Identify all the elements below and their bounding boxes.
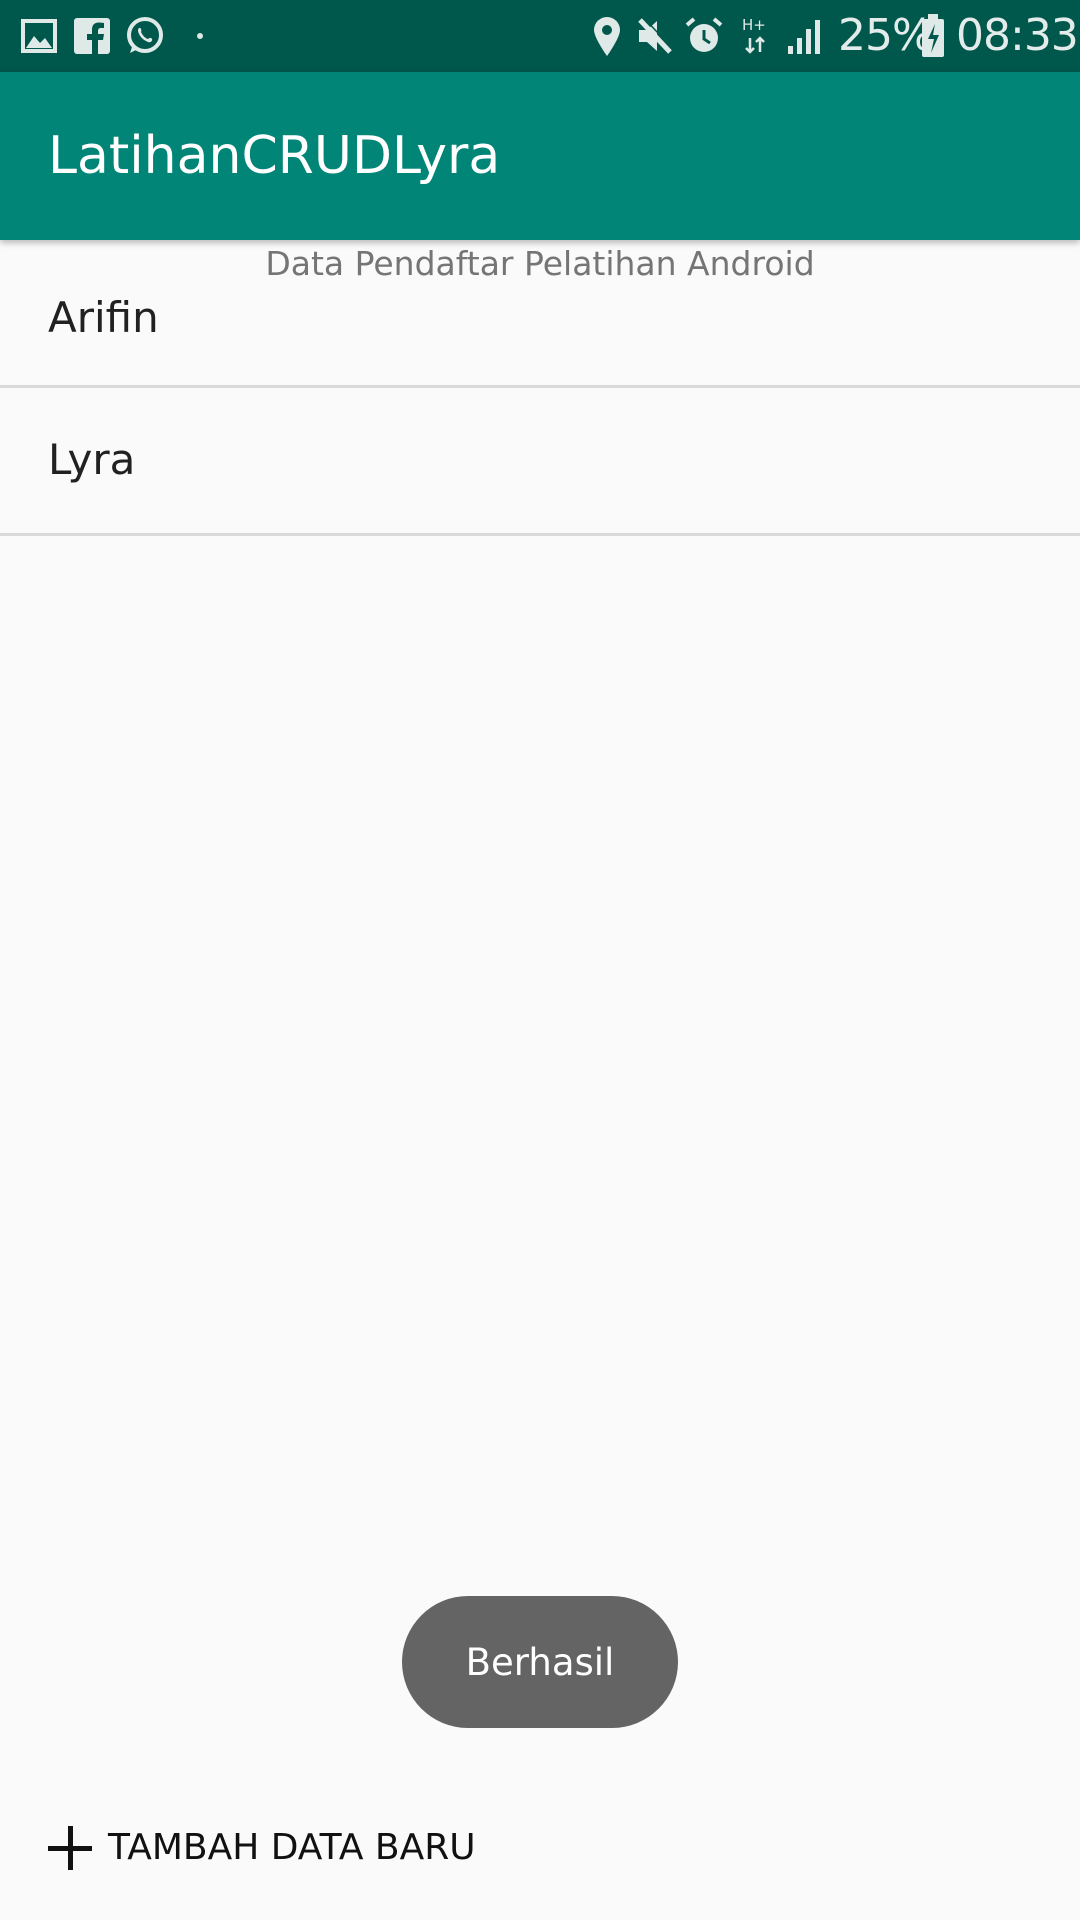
list-item[interactable]: Lyra xyxy=(0,388,1080,536)
list-item-label: Lyra xyxy=(48,435,136,484)
signal-icon xyxy=(786,14,824,58)
app-bar: LatihanCRUDLyra xyxy=(0,72,1080,240)
toast-message: Berhasil xyxy=(402,1596,678,1728)
clock-time: 08:33 xyxy=(956,10,1079,61)
alarm-icon xyxy=(684,14,724,58)
battery-charging-icon xyxy=(920,14,946,58)
add-data-label: TAMBAH DATA BARU xyxy=(108,1827,476,1868)
facebook-icon xyxy=(74,14,110,58)
dot-icon xyxy=(196,14,204,58)
network-hplus-icon: H+ xyxy=(742,14,772,58)
gallery-icon xyxy=(20,14,58,58)
list-item-label: Arifin xyxy=(48,293,159,342)
whatsapp-icon xyxy=(124,14,166,58)
status-bar: H+ 25% 08:33 xyxy=(0,0,1080,72)
battery-percent: 25% xyxy=(838,10,934,61)
svg-text:H+: H+ xyxy=(742,16,766,34)
mute-icon xyxy=(636,14,674,58)
app-title: LatihanCRUDLyra xyxy=(48,126,501,186)
plus-icon xyxy=(48,1826,92,1870)
add-data-button[interactable]: TAMBAH DATA BARU xyxy=(48,1820,476,1876)
list-header: Data Pendaftar Pelatihan Android xyxy=(265,244,815,283)
location-icon xyxy=(592,14,622,58)
